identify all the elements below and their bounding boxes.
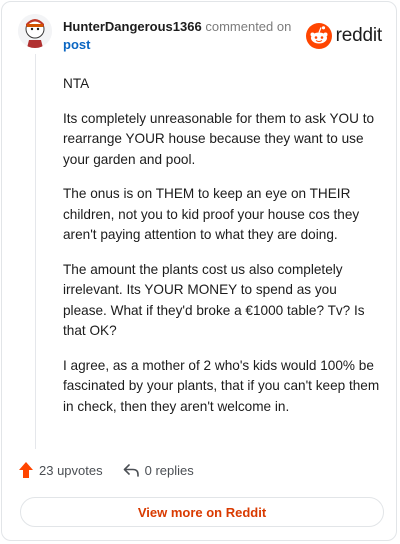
comment-action-text: commented on xyxy=(205,19,292,34)
username[interactable]: HunterDangerous1366 xyxy=(63,19,202,34)
reply-arrow-icon xyxy=(123,464,139,477)
reddit-wordmark: reddit xyxy=(335,25,383,46)
thread-line xyxy=(35,54,36,449)
comment-paragraph: NTA xyxy=(63,76,90,91)
comment-paragraph: I agree, as a mother of 2 who's kids wou… xyxy=(63,357,380,414)
replies-count: 0 replies xyxy=(144,462,194,478)
avatar[interactable] xyxy=(18,14,52,48)
reddit-logo[interactable]: reddit xyxy=(305,23,383,49)
upvotes-stat[interactable]: 23 upvotes xyxy=(19,462,103,478)
comment-paragraph: Its completely unreasonable for them to … xyxy=(63,110,375,167)
comment-body: NTA Its completely unreasonable for them… xyxy=(63,74,381,431)
avatar-icon xyxy=(18,14,52,48)
comment-header: HunterDangerous1366 commented on post xyxy=(63,18,303,54)
view-more-button[interactable]: View more on Reddit xyxy=(20,497,384,527)
comment-footer: 23 upvotes 0 replies xyxy=(19,462,194,478)
comment-card: HunterDangerous1366 commented on post re… xyxy=(1,1,397,541)
upvote-arrow-icon xyxy=(19,462,33,478)
replies-stat[interactable]: 0 replies xyxy=(123,463,194,478)
post-link[interactable]: post xyxy=(63,36,303,54)
comment-paragraph: The onus is on THEM to keep an eye on TH… xyxy=(63,186,360,242)
upvotes-count: 23 upvotes xyxy=(39,462,103,478)
comment-paragraph: The amount the plants cost us also compl… xyxy=(63,261,365,339)
reddit-alien-icon xyxy=(305,23,332,49)
